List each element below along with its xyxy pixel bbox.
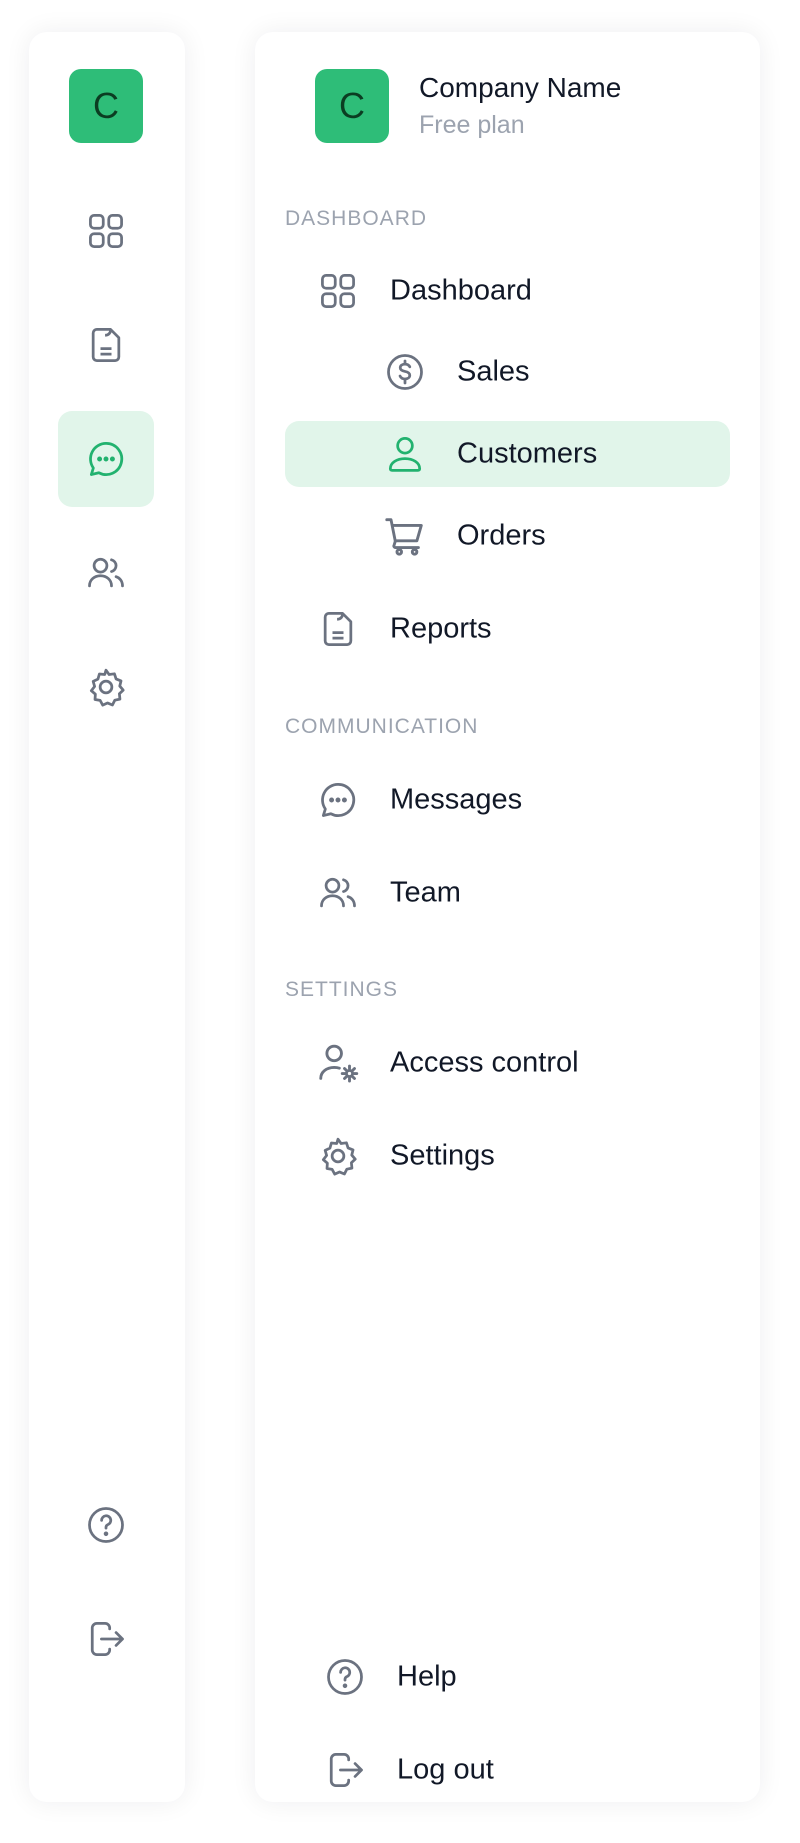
nav-item-customers[interactable]: Customers [285,421,730,487]
nav-item-label: Access control [390,1046,579,1079]
report-icon [84,323,128,367]
nav-item-label: Team [390,876,461,909]
nav-item-label: Reports [390,612,492,645]
nav-item-access-control[interactable]: Access control [285,1030,730,1096]
expanded-sidebar: C Company Name Free plan DASHBOARD Dashb… [255,32,760,1802]
report-icon [315,606,361,652]
gear-icon [315,1133,361,1179]
nav-item-messages[interactable]: Messages [285,767,730,833]
grid-icon [84,209,128,253]
rail-settings-button[interactable] [58,639,154,735]
nav-item-reports[interactable]: Reports [285,596,730,662]
rail-team-button[interactable] [58,525,154,621]
grid-icon [315,268,361,314]
nav-item-label: Settings [390,1139,495,1172]
nav-item-dashboard[interactable]: Dashboard [285,258,730,324]
company-logo[interactable]: C [315,69,389,143]
nav-item-team[interactable]: Team [285,860,730,926]
rail-help-button[interactable] [58,1477,154,1573]
section-label-communication: COMMUNICATION [285,715,479,738]
gear-icon [84,665,128,709]
logout-icon [84,1617,128,1661]
nav-item-settings[interactable]: Settings [285,1123,730,1189]
nav-item-label: Dashboard [390,274,532,307]
nav-item-label: Help [397,1660,457,1693]
nav-item-sales[interactable]: Sales [285,339,730,405]
users-icon [315,870,361,916]
nav-item-orders[interactable]: Orders [285,503,730,569]
nav-item-label: Orders [457,519,546,552]
user-gear-icon [315,1040,361,1086]
logo-letter: C [339,85,365,126]
cart-icon [382,513,428,559]
nav-item-label: Customers [457,437,598,470]
rail-messages-button[interactable] [58,411,154,507]
logout-icon [322,1747,368,1793]
rail-logout-button[interactable] [58,1591,154,1687]
icon-rail: C [29,32,185,1802]
dollar-circle-icon [382,349,428,395]
logo-letter: C [93,85,119,126]
company-logo[interactable]: C [69,69,143,143]
rail-dashboard-button[interactable] [58,183,154,279]
plan-label: Free plan [419,111,525,139]
rail-reports-button[interactable] [58,297,154,393]
user-icon [382,431,428,477]
nav-item-logout[interactable]: Log out [285,1737,730,1803]
nav-item-label: Messages [390,783,523,816]
company-name: Company Name [419,72,622,103]
nav-item-label: Log out [397,1753,494,1786]
help-icon [84,1503,128,1547]
users-icon [84,551,128,595]
section-label-settings: SETTINGS [285,978,399,1001]
nav-item-label: Sales [457,355,530,388]
chat-icon [84,437,128,481]
chat-icon [315,777,361,823]
nav-item-help[interactable]: Help [285,1644,730,1710]
help-icon [322,1654,368,1700]
section-label-dashboard: DASHBOARD [285,207,428,230]
